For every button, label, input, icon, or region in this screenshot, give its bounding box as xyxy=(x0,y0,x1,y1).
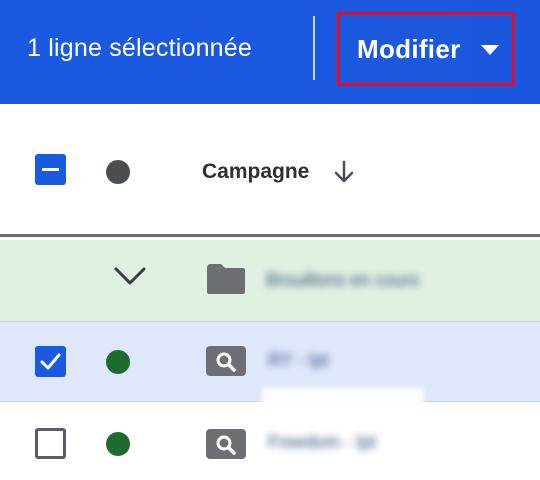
row-checkbox[interactable] xyxy=(35,428,66,459)
modify-button-label: Modifier xyxy=(357,33,461,64)
select-all-checkbox[interactable] xyxy=(35,154,66,185)
modify-dropdown-button[interactable]: Modifier xyxy=(337,12,515,86)
status-dot-icon[interactable] xyxy=(106,160,130,184)
folder-icon xyxy=(207,264,245,294)
status-enabled-icon xyxy=(106,432,130,456)
selection-count: 1 ligne sélectionnée xyxy=(27,34,252,62)
row-checkbox-checked[interactable] xyxy=(35,346,66,377)
campaign-name-blurred[interactable]: RY - Ipt xyxy=(268,350,328,371)
search-campaign-icon xyxy=(206,429,246,459)
arrow-down-icon[interactable] xyxy=(330,158,358,186)
caret-down-icon xyxy=(480,45,499,55)
group-name-blurred: Brouillons en cours xyxy=(266,270,420,290)
campaign-name-blurred[interactable]: Freedom - Ipt xyxy=(268,432,376,453)
campaign-column-header[interactable]: Campagne xyxy=(202,160,309,184)
chevron-down-icon[interactable] xyxy=(112,264,148,288)
search-campaign-icon xyxy=(206,346,246,376)
checkmark-icon xyxy=(40,353,61,370)
minus-icon xyxy=(42,168,59,171)
toolbar-divider xyxy=(313,16,315,80)
status-enabled-icon xyxy=(106,350,130,374)
